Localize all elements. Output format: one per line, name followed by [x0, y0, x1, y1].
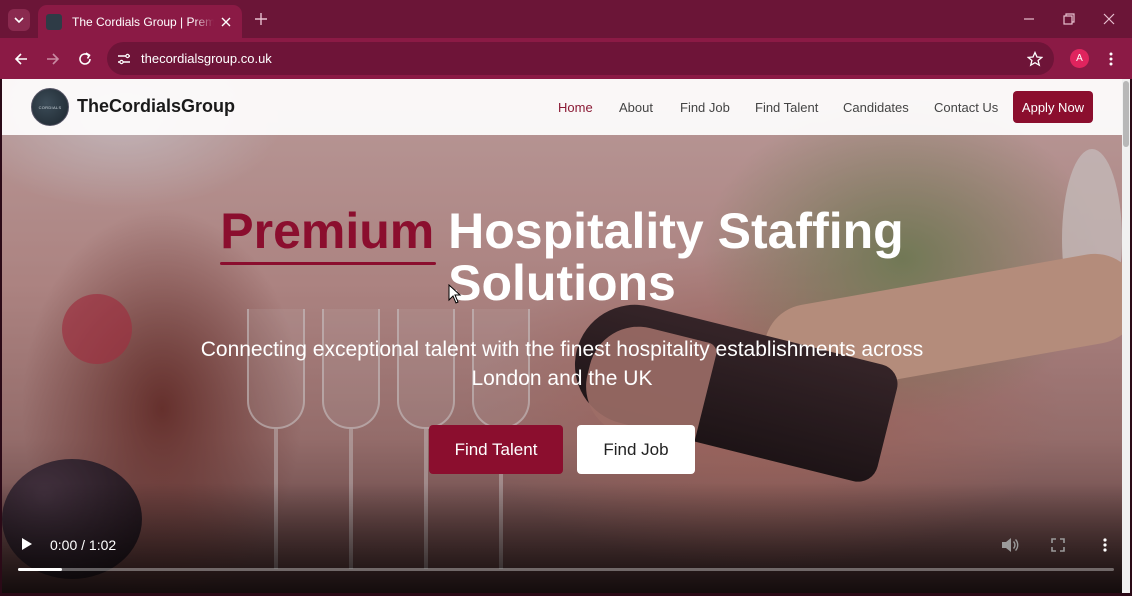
play-icon[interactable]: [18, 535, 36, 553]
close-window-icon[interactable]: [1098, 8, 1120, 30]
browser-toolbar: thecordialsgroup.co.uk A: [0, 38, 1132, 79]
reload-icon[interactable]: [74, 48, 96, 70]
tab-title: The Cordials Group | Premium Hospitality: [72, 14, 214, 29]
close-tab-icon[interactable]: [218, 14, 234, 30]
hero-headline: Premium Hospitality Staffing Solutions: [2, 205, 1122, 309]
nav-find-job[interactable]: Find Job: [680, 100, 730, 115]
headline-line-2: Solutions: [448, 255, 676, 311]
headline-accent-underline: [220, 262, 436, 265]
headline-rest: Hospitality Staffing: [448, 203, 904, 259]
logo-text: CORDIALS: [38, 104, 62, 110]
nav-about[interactable]: About: [619, 100, 653, 115]
forward-arrow-icon[interactable]: [42, 48, 64, 70]
page-viewport: CORDIALS TheCordialsGroup Home About Fin…: [2, 79, 1122, 593]
nav-contact-us[interactable]: Contact Us: [934, 100, 998, 115]
brand-name[interactable]: TheCordialsGroup: [77, 96, 235, 117]
headline-line-1: Premium Hospitality Staffing: [2, 205, 1122, 257]
video-more-options-icon[interactable]: [1098, 535, 1112, 555]
site-favicon-icon: [46, 13, 62, 30]
tab-strip: The Cordials Group | Premium Hospitality: [0, 0, 1132, 38]
scrollbar-thumb[interactable]: [1123, 81, 1129, 147]
active-tab[interactable]: The Cordials Group | Premium Hospitality: [38, 5, 242, 38]
find-talent-button[interactable]: Find Talent: [429, 425, 563, 474]
find-job-button[interactable]: Find Job: [577, 425, 695, 474]
nav-home[interactable]: Home: [558, 100, 593, 115]
fullscreen-icon[interactable]: [1048, 535, 1068, 555]
hero-subtitle: Connecting exceptional talent with the f…: [200, 338, 924, 390]
volume-icon[interactable]: [999, 535, 1021, 555]
back-arrow-icon[interactable]: [10, 48, 32, 70]
headline-accent: Premium: [220, 203, 435, 259]
address-bar[interactable]: thecordialsgroup.co.uk: [107, 42, 1054, 75]
tab-search-button[interactable]: [8, 9, 30, 31]
video-time: 0:00 / 1:02: [50, 537, 117, 553]
nav-candidates[interactable]: Candidates: [843, 100, 909, 115]
kebab-menu-icon[interactable]: [1102, 48, 1120, 70]
minimize-icon[interactable]: [1018, 8, 1040, 30]
new-tab-plus-icon[interactable]: [252, 10, 270, 28]
video-progress-fill: [18, 568, 62, 571]
profile-avatar[interactable]: A: [1070, 49, 1089, 68]
chevron-down-icon: [14, 17, 24, 24]
url-text: thecordialsgroup.co.uk: [141, 51, 272, 66]
site-header: CORDIALS TheCordialsGroup Home About Fin…: [2, 79, 1122, 135]
restore-icon[interactable]: [1058, 8, 1080, 30]
cordials-logo[interactable]: CORDIALS: [31, 88, 69, 126]
apply-now-button[interactable]: Apply Now: [1013, 91, 1093, 123]
video-controls-shade: [2, 483, 1122, 593]
video-progress-bar[interactable]: [18, 568, 1114, 571]
mouse-cursor-icon: [448, 284, 462, 304]
page-scrollbar[interactable]: [1122, 79, 1130, 593]
bookmark-star-icon[interactable]: [1026, 50, 1044, 68]
site-info-tune-icon[interactable]: [115, 50, 133, 68]
nav-find-talent[interactable]: Find Talent: [755, 100, 818, 115]
